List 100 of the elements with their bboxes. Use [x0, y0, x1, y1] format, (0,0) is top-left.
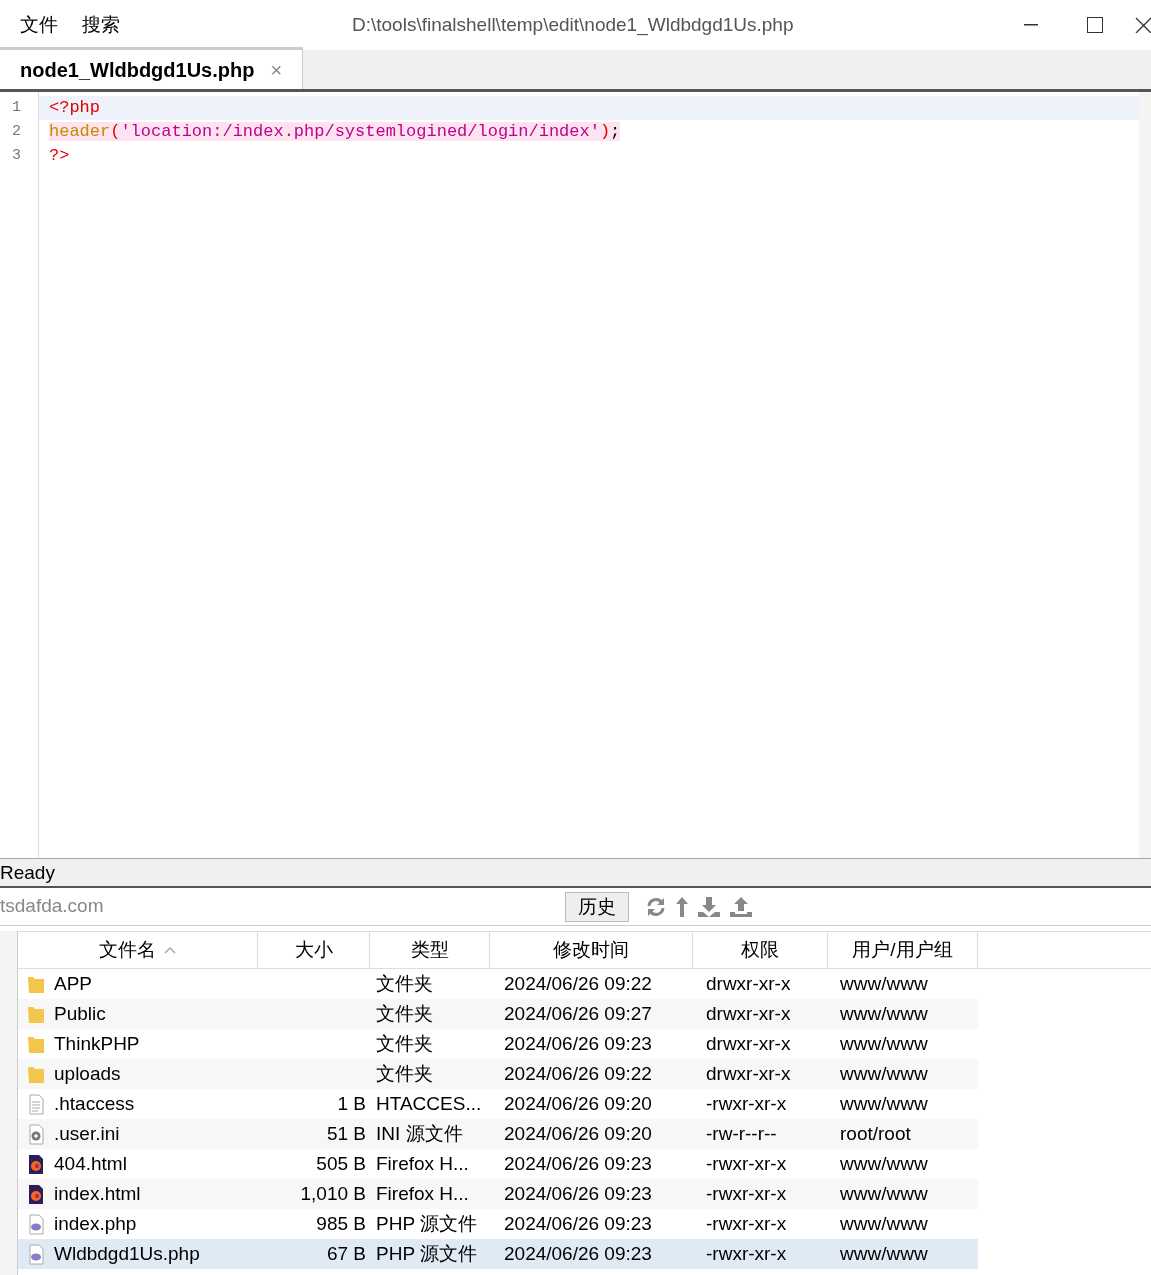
line-number: 2: [11, 122, 22, 142]
permissions: drwxr-xr-x: [706, 972, 791, 994]
column-header-label: 大小: [294, 937, 333, 962]
owner-group: root/root: [840, 1122, 911, 1144]
file-name: Public: [54, 1001, 106, 1026]
column-header-label: 修改时间: [553, 937, 629, 962]
owner-group: www/www: [840, 1182, 928, 1204]
history-button[interactable]: 历史: [565, 891, 629, 922]
file-name: APP: [54, 971, 93, 996]
file-type: PHP 源文件: [376, 1212, 477, 1234]
file-name: .htaccess: [54, 1091, 135, 1116]
column-header-label: 文件名: [99, 937, 156, 962]
permissions: drwxr-xr-x: [706, 1002, 791, 1024]
tab-label: node1_Wldbdgd1Us.php: [20, 57, 255, 83]
permissions: -rwxr-xr-x: [706, 1182, 787, 1204]
file-row[interactable]: uploads 文件夹 2024/06/26 09:22 drwxr-xr-x www/www: [18, 1059, 978, 1089]
file-row[interactable]: .user.ini 51 B INI 源文件 2024/06/26 09:20 -rw-r--r-- root/root: [18, 1119, 978, 1149]
permissions: -rw-r--r--: [706, 1122, 777, 1144]
minimize-icon: [1024, 24, 1038, 26]
owner-group: www/www: [840, 1032, 928, 1054]
upload-icon[interactable]: [729, 895, 753, 918]
permissions: drwxr-xr-x: [706, 1032, 791, 1054]
php-file-icon: [26, 1243, 46, 1265]
tab-close-button[interactable]: ×: [270, 54, 283, 85]
file-name: index.php: [54, 1211, 137, 1236]
column-header-label: 类型: [410, 937, 449, 962]
scrollbar-track[interactable]: [1139, 92, 1151, 858]
gear-file-icon: [26, 1123, 46, 1145]
maximize-icon: [1087, 17, 1103, 33]
file-size: 67 B: [326, 1242, 366, 1264]
file-size: 505 B: [316, 1152, 366, 1174]
owner-group: www/www: [840, 1062, 928, 1084]
column-header[interactable]: 类型: [370, 932, 490, 968]
file-name: 404.html: [54, 1151, 127, 1176]
file-type: 文件夹: [376, 972, 433, 994]
window-title: D:\tools\finalshell\temp\edit\node1_Wldbdgd1Us.php: [352, 12, 794, 38]
file-name: uploads: [54, 1061, 121, 1086]
modified-time: 2024/06/26 09:23: [504, 1182, 652, 1204]
modified-time: 2024/06/26 09:23: [504, 1242, 652, 1264]
owner-group: www/www: [840, 1212, 928, 1234]
file-type: HTACCES...: [376, 1092, 482, 1114]
code-line: <?php: [49, 98, 100, 117]
file-type: Firefox H...: [376, 1182, 469, 1204]
file-type: PHP 源文件: [376, 1242, 477, 1264]
column-header[interactable]: 权限: [693, 932, 828, 968]
file-size: 985 B: [316, 1212, 366, 1234]
up-arrow-icon[interactable]: [675, 895, 689, 918]
path-field[interactable]: tsdafda.com: [0, 892, 556, 921]
modified-time: 2024/06/26 09:23: [504, 1212, 652, 1234]
file-type: 文件夹: [376, 1032, 433, 1054]
permissions: drwxr-xr-x: [706, 1062, 791, 1084]
file-type: 文件夹: [376, 1002, 433, 1024]
file-size: 51 B: [326, 1122, 366, 1144]
column-header-label: 用户/用户组: [852, 937, 953, 962]
close-icon: [1135, 17, 1151, 33]
file-name: .user.ini: [54, 1121, 120, 1146]
owner-group: www/www: [840, 1152, 928, 1174]
modified-time: 2024/06/26 09:23: [504, 1152, 652, 1174]
column-header[interactable]: 修改时间: [490, 932, 693, 968]
modified-time: 2024/06/26 09:27: [504, 1002, 652, 1024]
menu-item[interactable]: 文件: [20, 10, 58, 40]
file-name: Wldbdgd1Us.php: [54, 1241, 200, 1266]
code-line: ?>: [49, 146, 70, 165]
modified-time: 2024/06/26 09:22: [504, 1062, 652, 1084]
firefox-file-icon: [26, 1153, 46, 1175]
file-size: 1,010 B: [300, 1182, 366, 1204]
modified-time: 2024/06/26 09:20: [504, 1122, 652, 1144]
file-row[interactable]: Public 文件夹 2024/06/26 09:27 drwxr-xr-x www/www: [18, 999, 978, 1029]
column-header[interactable]: 用户/用户组: [828, 932, 978, 968]
file-name: index.html: [54, 1181, 141, 1206]
modified-time: 2024/06/26 09:22: [504, 972, 652, 994]
file-row[interactable]: Wldbdgd1Us.php 67 B PHP 源文件 2024/06/26 09:23 -rwxr-xr-x www/www: [18, 1239, 978, 1269]
permissions: -rwxr-xr-x: [706, 1242, 787, 1264]
owner-group: www/www: [840, 972, 928, 994]
column-header[interactable]: 大小: [258, 932, 370, 968]
line-number: 1: [11, 98, 22, 118]
modified-time: 2024/06/26 09:23: [504, 1032, 652, 1054]
refresh-icon[interactable]: [645, 895, 667, 918]
line-number: 3: [11, 146, 22, 166]
file-type: 文件夹: [376, 1062, 433, 1084]
php-file-icon: [26, 1213, 46, 1235]
permissions: -rwxr-xr-x: [706, 1212, 787, 1234]
editor-tab[interactable]: node1_Wldbdgd1Us.php ×: [0, 47, 304, 89]
firefox-file-icon: [26, 1183, 46, 1205]
column-header[interactable]: 文件名: [18, 932, 258, 968]
permissions: -rwxr-xr-x: [706, 1092, 787, 1114]
menu-item[interactable]: 搜索: [82, 10, 120, 40]
sort-ascending-icon: [164, 946, 176, 954]
file-row[interactable]: index.html 1,010 B Firefox H... 2024/06/26 09:23 -rwxr-xr-x www/www: [18, 1179, 978, 1209]
column-header-label: 权限: [741, 937, 779, 962]
permissions: -rwxr-xr-x: [706, 1152, 787, 1174]
text-file-icon: [26, 1093, 46, 1115]
owner-group: www/www: [840, 1092, 928, 1114]
download-icon[interactable]: [697, 895, 721, 918]
owner-group: www/www: [840, 1002, 928, 1024]
owner-group: www/www: [840, 1242, 928, 1264]
file-size: 1 B: [337, 1092, 366, 1114]
file-name: ThinkPHP: [54, 1031, 140, 1056]
file-type: INI 源文件: [376, 1122, 463, 1144]
modified-time: 2024/06/26 09:20: [504, 1092, 652, 1114]
